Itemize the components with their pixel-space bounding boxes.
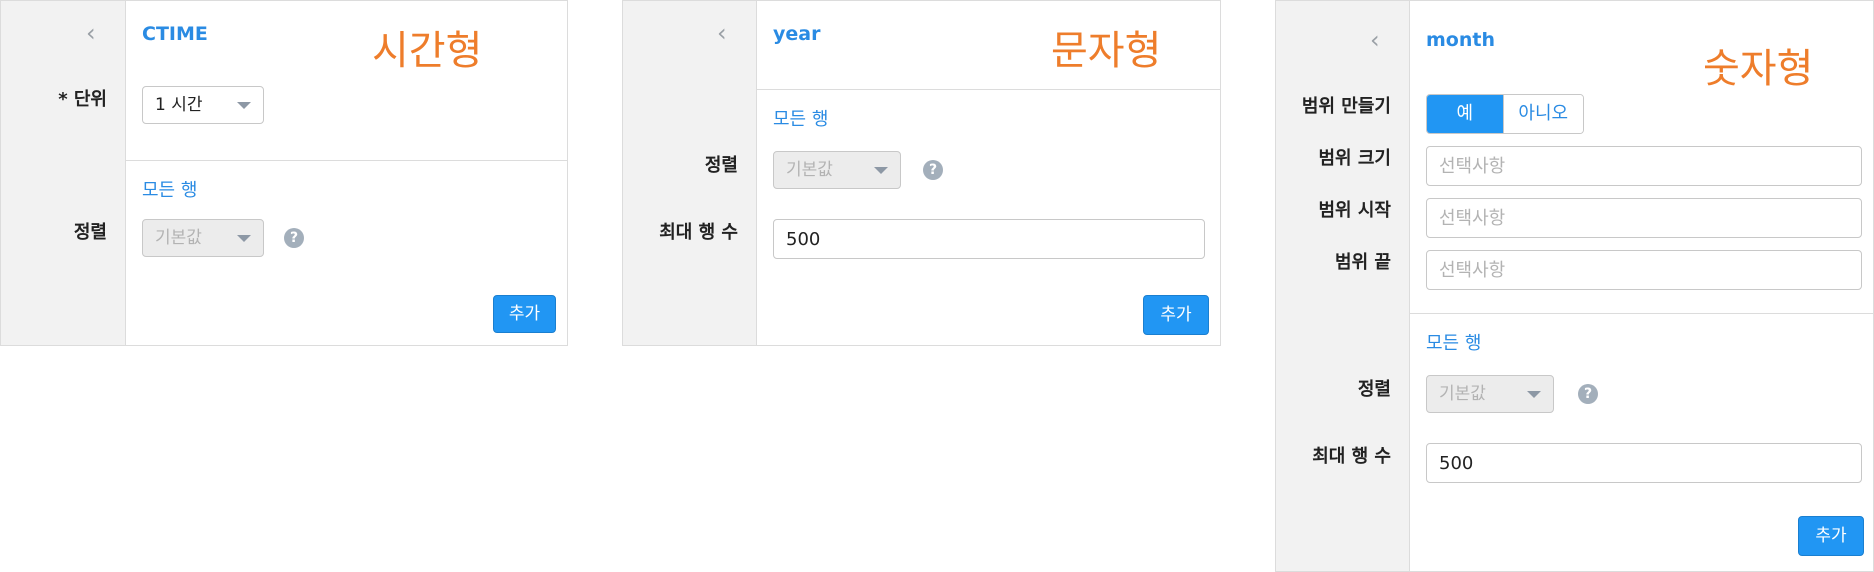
add-button[interactable]: 추가 <box>493 295 556 333</box>
add-button[interactable]: 추가 <box>1798 516 1864 556</box>
string-field-panel: ‹ year 문자형 모든 행 정렬 기본값 ? 최대 행 수 추가 <box>622 0 1221 346</box>
help-icon[interactable]: ? <box>923 160 943 180</box>
range-start-input[interactable] <box>1426 198 1862 238</box>
help-icon[interactable]: ? <box>1578 384 1598 404</box>
label-column <box>1276 1 1410 571</box>
unit-label: * 단위 <box>58 89 107 110</box>
time-field-panel: ‹ CTIME 시간형 * 단위 1 시간 모든 행 정렬 기본값 ? 추가 <box>0 0 568 346</box>
range-size-input[interactable] <box>1426 146 1862 186</box>
help-icon[interactable]: ? <box>284 228 304 248</box>
range-create-toggle: 예 아니오 <box>1426 94 1584 134</box>
range-end-input[interactable] <box>1426 250 1862 290</box>
range-end-label: 범위 끝 <box>1335 252 1391 273</box>
back-chevron-icon[interactable]: ‹ <box>717 21 727 45</box>
range-no-option[interactable]: 아니오 <box>1502 95 1583 133</box>
chevron-down-icon <box>237 235 251 242</box>
field-title: year <box>773 23 821 45</box>
chevron-down-icon <box>1527 391 1541 398</box>
section-title-all-rows: 모든 행 <box>773 109 829 130</box>
sort-label: 정렬 <box>704 155 738 176</box>
field-title: CTIME <box>142 23 208 45</box>
sort-label: 정렬 <box>73 222 107 243</box>
range-yes-option[interactable]: 예 <box>1427 95 1503 133</box>
type-annotation: 숫자형 <box>1703 46 1814 92</box>
number-field-panel: ‹ month 숫자형 범위 만들기 예 아니오 범위 크기 범위 시작 범위 … <box>1275 0 1874 572</box>
max-rows-input[interactable] <box>1426 443 1862 483</box>
unit-select-value: 1 시간 <box>155 95 203 115</box>
range-start-label: 범위 시작 <box>1318 200 1391 221</box>
range-size-label: 범위 크기 <box>1318 148 1391 169</box>
range-create-label: 범위 만들기 <box>1301 96 1391 117</box>
chevron-down-icon <box>237 102 251 109</box>
section-title-all-rows: 모든 행 <box>142 180 198 201</box>
chevron-down-icon <box>874 167 888 174</box>
field-title: month <box>1426 29 1495 51</box>
section-divider <box>1409 313 1873 314</box>
sort-select[interactable]: 기본값 <box>1426 375 1554 413</box>
section-title-all-rows: 모든 행 <box>1426 333 1482 354</box>
max-rows-input[interactable] <box>773 219 1205 259</box>
max-rows-label: 최대 행 수 <box>1312 446 1391 467</box>
unit-select[interactable]: 1 시간 <box>142 86 264 124</box>
add-button[interactable]: 추가 <box>1143 295 1209 335</box>
sort-select-value: 기본값 <box>1439 384 1486 404</box>
header-divider <box>756 89 1220 90</box>
section-divider <box>125 160 567 161</box>
sort-select-value: 기본값 <box>155 228 202 248</box>
back-chevron-icon[interactable]: ‹ <box>1370 28 1380 52</box>
label-column <box>1 1 126 345</box>
back-chevron-icon[interactable]: ‹ <box>86 21 96 45</box>
max-rows-label: 최대 행 수 <box>659 222 738 243</box>
sort-label: 정렬 <box>1357 379 1391 400</box>
type-annotation: 문자형 <box>1051 28 1162 74</box>
sort-select[interactable]: 기본값 <box>773 151 901 189</box>
sort-select[interactable]: 기본값 <box>142 219 264 257</box>
type-annotation: 시간형 <box>372 28 483 74</box>
sort-select-value: 기본값 <box>786 160 833 180</box>
